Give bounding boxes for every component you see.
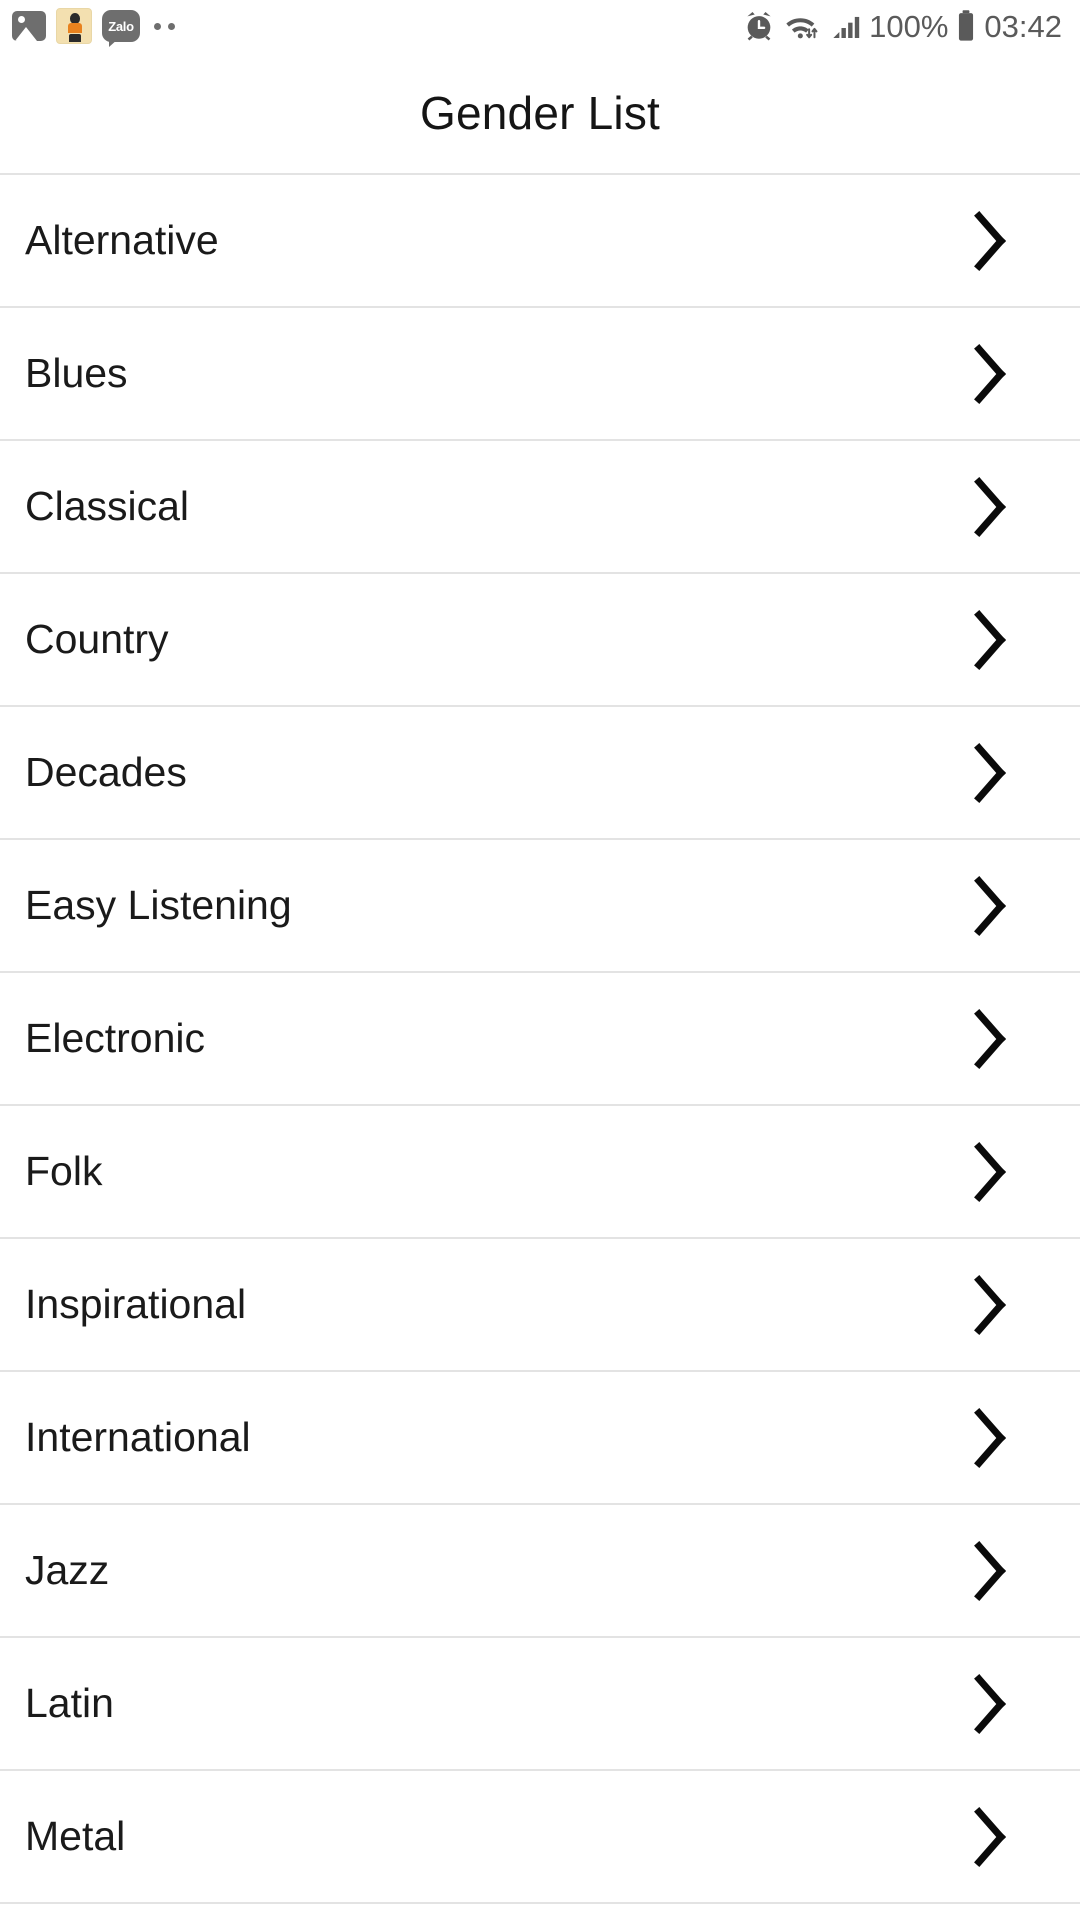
genre-list-item-label: Jazz — [25, 1547, 110, 1593]
app-header: Gender List — [0, 52, 1080, 175]
more-notifications-icon[interactable] — [154, 22, 175, 30]
genre-list-item-label: Classical — [25, 483, 190, 529]
gallery-icon[interactable] — [12, 11, 46, 41]
genre-list: Alternative Blues Classical Country Decades E… — [0, 175, 1080, 1904]
wifi-icon — [786, 18, 818, 39]
genre-list-item-label: Folk — [25, 1148, 103, 1194]
zalo-icon[interactable]: Zalo — [102, 10, 140, 47]
genre-list-item-label: Country — [25, 616, 169, 662]
genre-list-item[interactable]: Country — [0, 574, 1080, 707]
genre-list-item-label: Inspirational — [25, 1281, 247, 1327]
genre-list-item-label: Decades — [25, 749, 187, 795]
chevron-right-icon[interactable] — [968, 1673, 1012, 1735]
chevron-right-icon[interactable] — [968, 1141, 1012, 1203]
genre-list-item-label: International — [25, 1414, 251, 1460]
chevron-right-icon[interactable] — [968, 210, 1012, 272]
notification-icons[interactable]: Zalo — [12, 8, 175, 47]
status-bar: Zalo 100% 03:42 — [0, 0, 1080, 52]
genre-list-item[interactable]: Metal — [0, 1771, 1080, 1904]
chevron-right-icon[interactable] — [968, 1806, 1012, 1868]
genre-list-item-label: Blues — [25, 350, 128, 396]
page-title: Gender List — [420, 86, 660, 139]
genre-list-item[interactable]: Blues — [0, 308, 1080, 441]
genre-list-item[interactable]: International — [0, 1372, 1080, 1505]
genre-list-item[interactable]: Decades — [0, 707, 1080, 840]
genre-list-item[interactable]: Inspirational — [0, 1239, 1080, 1372]
cellular-signal-icon — [833, 16, 860, 38]
more-dot — [168, 22, 175, 30]
more-dot — [154, 22, 161, 30]
genre-list-item[interactable]: Easy Listening — [0, 840, 1080, 973]
genre-list-item-label: Alternative — [25, 217, 219, 263]
genre-list-item-label: Electronic — [25, 1015, 206, 1061]
chevron-right-icon[interactable] — [968, 1540, 1012, 1602]
genre-list-item-label: Easy Listening — [25, 882, 292, 928]
genre-list-item[interactable]: Classical — [0, 441, 1080, 574]
chevron-right-icon[interactable] — [968, 875, 1012, 937]
alarm-clock-icon — [747, 11, 771, 41]
battery-percent-label: 100% — [869, 8, 949, 44]
battery-full-icon — [959, 10, 974, 41]
genre-list-item[interactable]: Jazz — [0, 1505, 1080, 1638]
clock-label: 03:42 — [984, 8, 1062, 44]
genre-list-item[interactable]: Electronic — [0, 973, 1080, 1106]
genre-list-item-label: Latin — [25, 1680, 114, 1726]
chevron-right-icon[interactable] — [968, 609, 1012, 671]
genre-list-item-label: Metal — [25, 1813, 126, 1859]
chevron-right-icon[interactable] — [968, 1407, 1012, 1469]
genre-list-item[interactable]: Alternative — [0, 175, 1080, 308]
chevron-right-icon[interactable] — [968, 1008, 1012, 1070]
chevron-right-icon[interactable] — [968, 476, 1012, 538]
chevron-right-icon[interactable] — [968, 1274, 1012, 1336]
genre-list-item[interactable]: Latin — [0, 1638, 1080, 1771]
chevron-right-icon[interactable] — [968, 343, 1012, 405]
app-icon[interactable] — [56, 8, 92, 44]
zalo-icon-label: Zalo — [108, 18, 134, 34]
chevron-right-icon[interactable] — [968, 742, 1012, 804]
genre-list-item[interactable]: Folk — [0, 1106, 1080, 1239]
system-status-icons: 100% 03:42 — [742, 9, 1062, 43]
